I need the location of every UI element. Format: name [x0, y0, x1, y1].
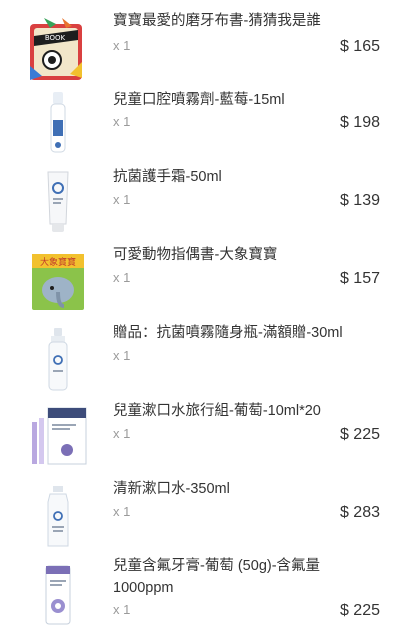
item-name: 寶寶最愛的磨牙布書-猜猜我是誰 — [113, 13, 321, 29]
order-item-list: BOOK 寶寶最愛的磨牙布書-猜猜我是誰 x 1 $ 165 兒童口腔噴霧劑-藍… — [0, 0, 400, 644]
item-quantity: x 1 — [113, 270, 131, 285]
item-name: 兒童漱口水旅行組-葡萄-10ml*20 — [113, 403, 321, 419]
order-item-row[interactable]: 兒童漱口水旅行組-葡萄-10ml*20 x 1 $ 225 — [0, 396, 400, 468]
toothpaste-icon — [22, 562, 94, 628]
item-price: $ 283 — [339, 504, 380, 521]
item-quantity: x 1 — [113, 426, 131, 441]
item-quantity: x 1 — [113, 504, 131, 519]
item-price: $ 157 — [339, 270, 380, 287]
svg-text:BOOK: BOOK — [45, 34, 66, 42]
item-price: $ 225 — [339, 426, 380, 443]
item-price: $ 165 — [339, 38, 380, 55]
item-quantity: x 1 — [113, 348, 131, 363]
item-price: $ 139 — [339, 192, 380, 209]
item-price: $ 198 — [339, 114, 380, 131]
order-item-row[interactable]: 贈品：抗菌噴霧隨身瓶-滿額贈-30ml x 1 — [0, 318, 400, 392]
order-item-row[interactable]: 兒童含氟牙膏-葡萄 (50g)-含氟量1000ppm x 1 $ 225 — [0, 552, 400, 640]
item-quantity: x 1 — [113, 192, 131, 207]
mouthwash-box-icon — [22, 402, 94, 468]
item-quantity: x 1 — [113, 38, 131, 53]
order-item-row[interactable]: 抗菌護手霜-50ml x 1 $ 139 — [0, 162, 400, 234]
item-name: 兒童含氟牙膏-葡萄 (50g)-含氟量1000ppm — [113, 558, 321, 596]
cloth-book-icon: BOOK — [22, 16, 94, 82]
cream-tube-icon — [22, 168, 94, 234]
pump-bottle-icon — [22, 326, 94, 392]
order-item-row[interactable]: BOOK 寶寶最愛的磨牙布書-猜猜我是誰 x 1 $ 165 — [0, 6, 400, 80]
item-name: 抗菌護手霜-50ml — [113, 169, 222, 185]
item-price: $ 225 — [339, 602, 380, 619]
item-name: 清新漱口水-350ml — [113, 481, 230, 497]
order-item-row[interactable]: 大象寶寶 可愛動物指偶書-大象寶寶 x 1 $ 157 — [0, 240, 400, 312]
spray-bottle-icon — [22, 90, 94, 156]
order-item-row[interactable]: 清新漱口水-350ml x 1 $ 283 — [0, 474, 400, 547]
finger-puppet-book-icon: 大象寶寶 — [22, 248, 94, 314]
thumb-label: 大象寶寶 — [40, 256, 76, 268]
item-quantity: x 1 — [113, 114, 131, 129]
item-name: 贈品：抗菌噴霧隨身瓶-滿額贈-30ml — [113, 325, 343, 341]
mouthwash-bottle-icon — [22, 484, 94, 550]
item-name: 兒童口腔噴霧劑-藍莓-15ml — [113, 92, 285, 108]
order-item-row[interactable]: 兒童口腔噴霧劑-藍莓-15ml x 1 $ 198 — [0, 84, 400, 156]
item-quantity: x 1 — [113, 602, 131, 617]
item-name: 可愛動物指偶書-大象寶寶 — [113, 247, 278, 263]
